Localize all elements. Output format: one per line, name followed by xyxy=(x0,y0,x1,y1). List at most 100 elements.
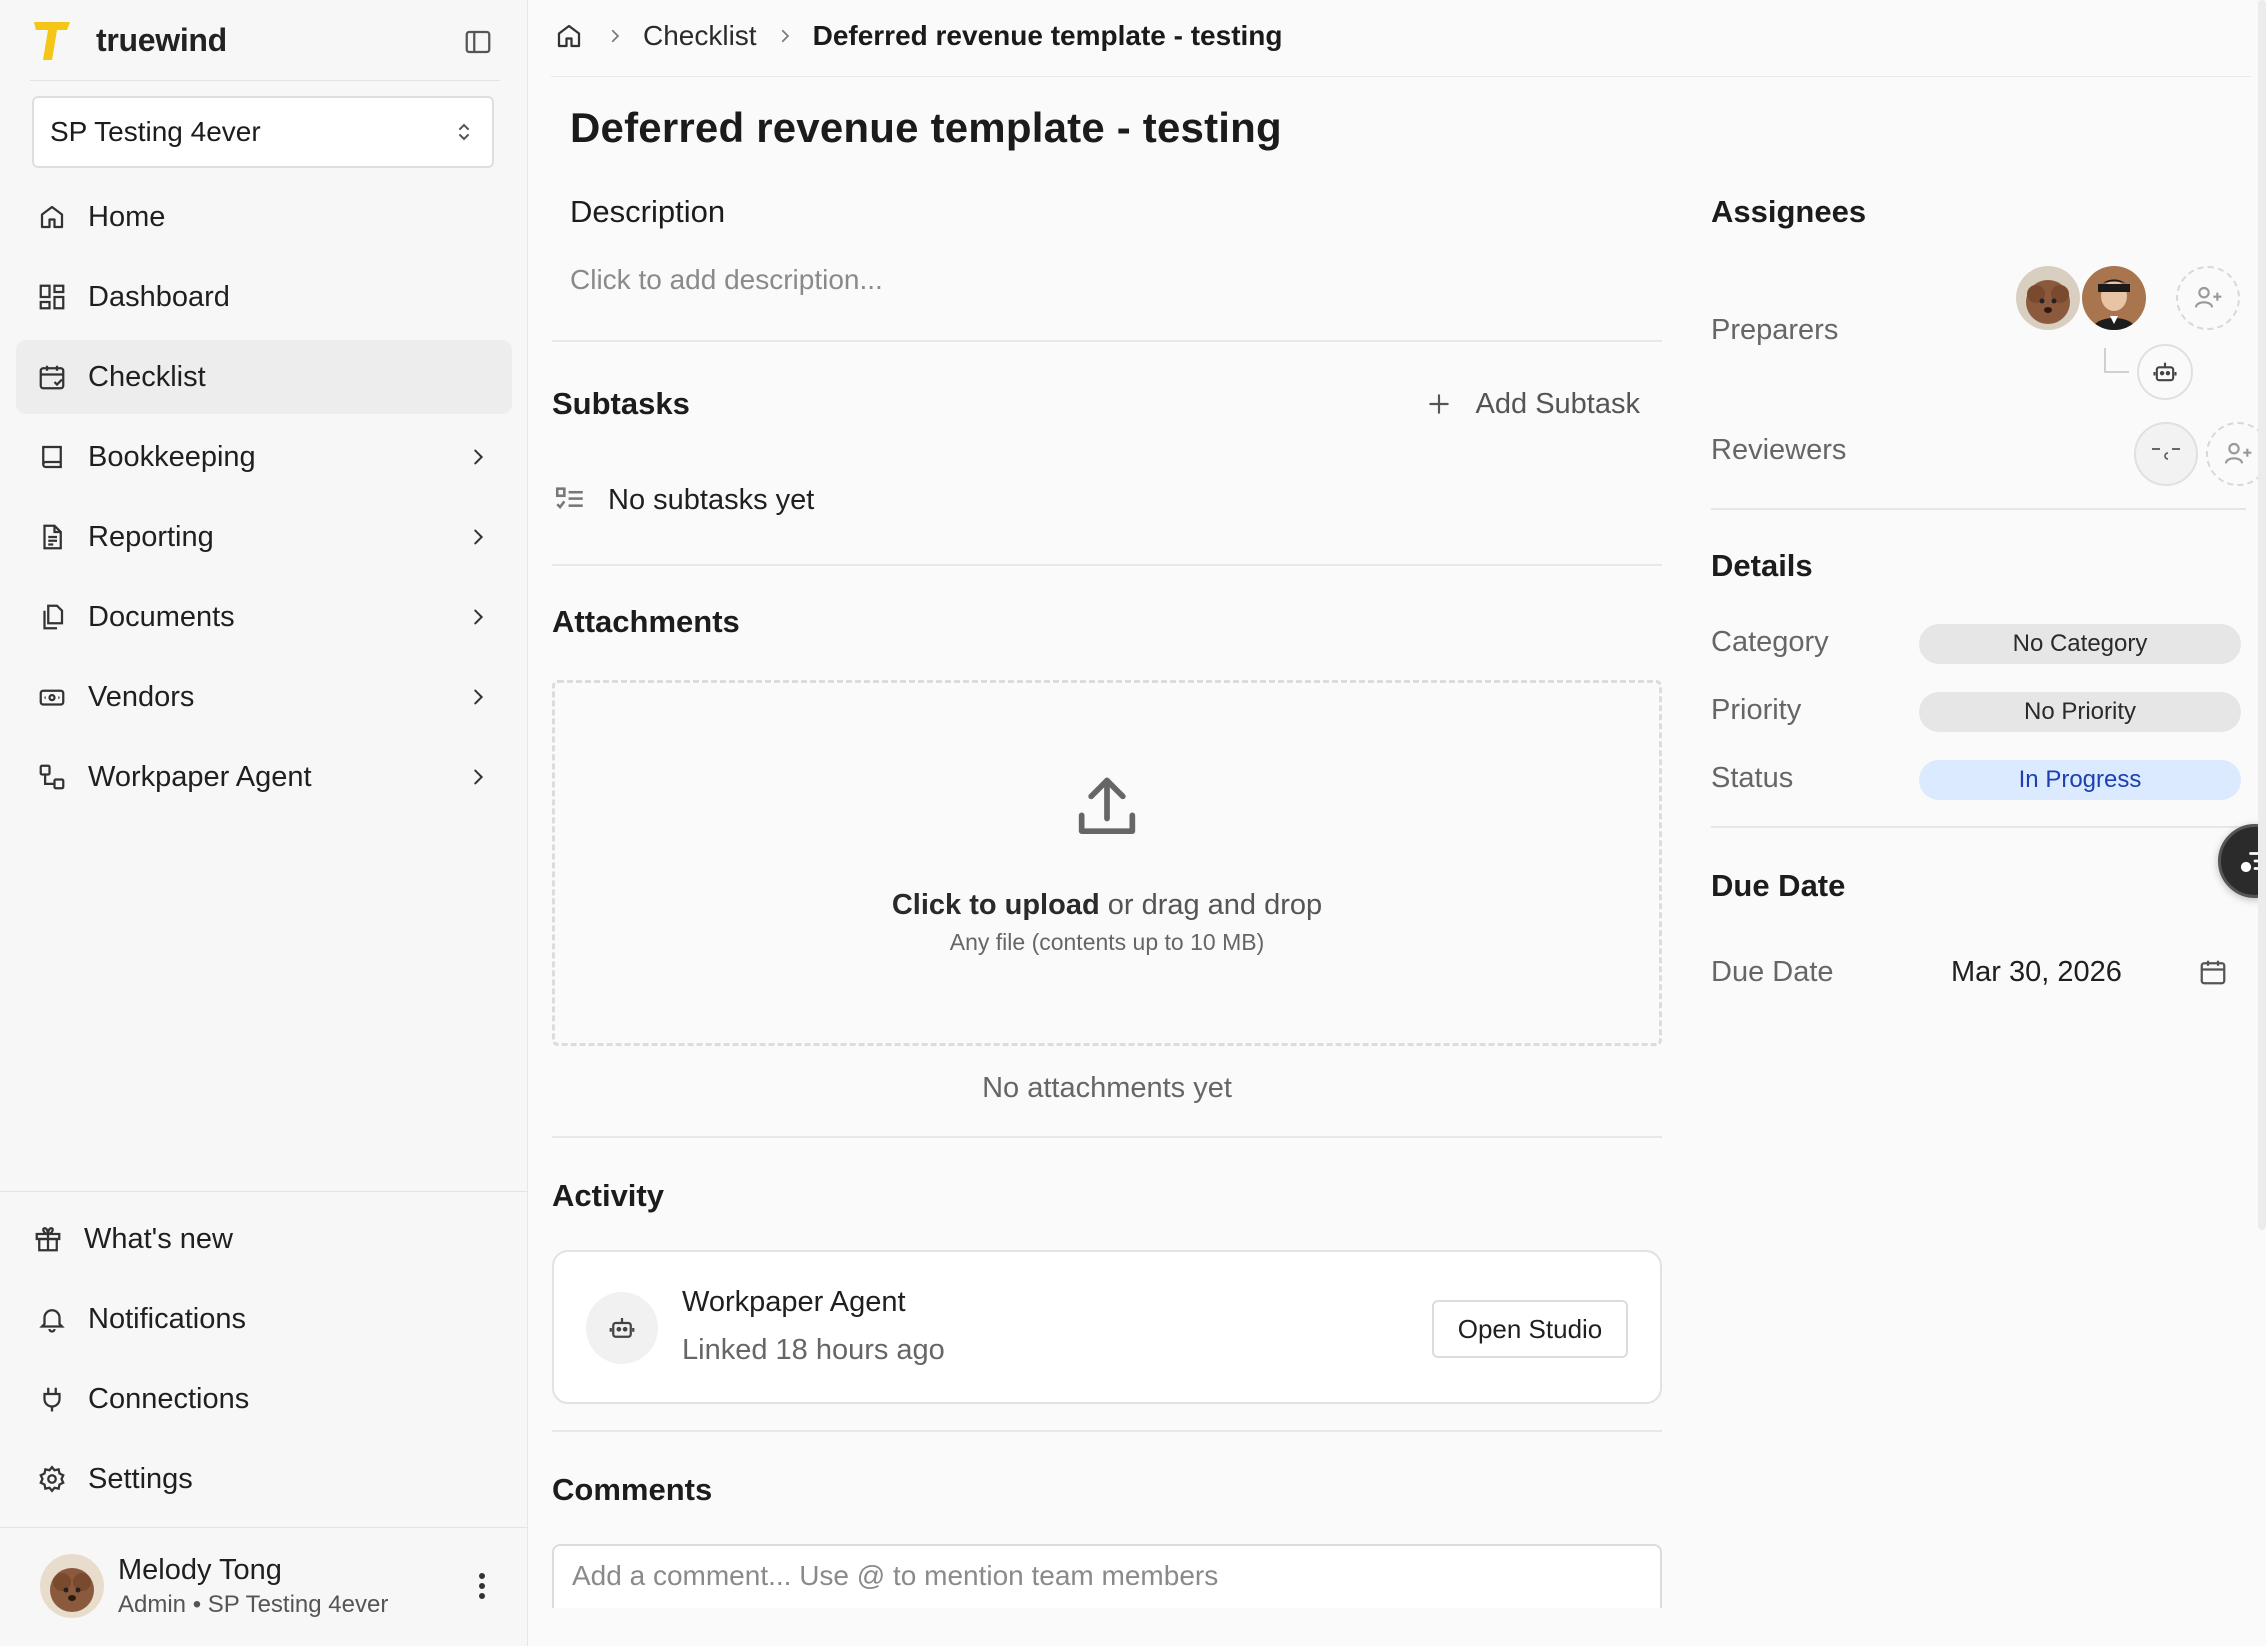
chevron-right-icon xyxy=(464,683,492,711)
chevron-right-icon xyxy=(595,21,635,51)
upload-link[interactable]: Click to upload xyxy=(892,889,1100,921)
reviewer-avatar[interactable] xyxy=(2134,422,2198,486)
due-date-heading: Due Date xyxy=(1711,868,1846,903)
divider xyxy=(30,80,500,81)
nav-item-whats-new[interactable]: What's new xyxy=(16,1202,512,1276)
category-select[interactable]: No Category xyxy=(1919,624,2241,664)
add-user-icon xyxy=(2194,286,2222,308)
truewind-logo-icon xyxy=(34,22,70,60)
subtasks-empty-state: No subtasks yet xyxy=(552,482,814,518)
organization-name: SP Testing 4ever xyxy=(50,116,261,147)
reviewers-label: Reviewers xyxy=(1711,434,1847,466)
sidebar-toggle-icon xyxy=(465,30,491,54)
chevron-right-icon xyxy=(464,523,492,551)
nav-label: Settings xyxy=(88,1462,193,1495)
chevron-right-icon xyxy=(765,21,805,51)
breadcrumb-home-link[interactable] xyxy=(551,18,587,54)
open-studio-button[interactable]: Open Studio xyxy=(1432,1300,1628,1358)
brand[interactable]: truewind xyxy=(32,18,227,62)
nav-label: Notifications xyxy=(88,1302,246,1335)
add-subtask-button[interactable]: Add Subtask xyxy=(1424,388,1640,421)
checklist-icon xyxy=(552,482,588,518)
file-upload-dropzone[interactable]: Click to upload or drag and drop Any fil… xyxy=(552,680,1662,1046)
user-profile[interactable]: Melody Tong Admin • SP Testing 4ever xyxy=(40,1550,500,1622)
avatar xyxy=(40,1554,104,1618)
nav-label: Workpaper Agent xyxy=(88,760,312,793)
report-icon xyxy=(36,521,68,553)
breadcrumb-checklist-link[interactable]: Checklist xyxy=(643,20,757,52)
divider xyxy=(1711,826,2246,828)
main-nav: Home Dashboard Checklist Bookkeeping Rep… xyxy=(16,180,512,820)
nav-item-bookkeeping[interactable]: Bookkeeping xyxy=(16,420,512,494)
nav-label: What's new xyxy=(84,1222,233,1255)
workflow-icon xyxy=(36,761,68,793)
robot-icon[interactable] xyxy=(2137,344,2193,400)
connector-line xyxy=(2104,348,2129,373)
assignees-heading: Assignees xyxy=(1711,194,1867,229)
robot-icon xyxy=(586,1292,658,1364)
user-menu-button[interactable] xyxy=(464,1556,500,1616)
scrollbar[interactable] xyxy=(2258,0,2266,1230)
subtasks-empty-text: No subtasks yet xyxy=(608,483,815,516)
nav-item-vendors[interactable]: Vendors xyxy=(16,660,512,734)
nav-item-dashboard[interactable]: Dashboard xyxy=(16,260,512,334)
divider xyxy=(0,1191,528,1192)
activity-heading: Activity xyxy=(552,1178,664,1213)
gear-icon xyxy=(36,1463,68,1495)
user-name: Melody Tong xyxy=(118,1553,282,1586)
due-date-value[interactable]: Mar 30, 2026 xyxy=(1951,956,2122,989)
add-reviewer-button[interactable] xyxy=(2206,422,2266,486)
category-label: Category xyxy=(1711,626,1829,658)
avatar[interactable] xyxy=(2016,266,2080,330)
home-icon xyxy=(557,24,581,48)
plus-icon xyxy=(1424,389,1454,419)
nav-item-notifications[interactable]: Notifications xyxy=(16,1282,512,1356)
main-content: Checklist Deferred revenue template - te… xyxy=(529,0,2266,1646)
nav-label: Home xyxy=(88,200,166,233)
priority-select[interactable]: No Priority xyxy=(1919,692,2241,732)
documents-icon xyxy=(36,601,68,633)
sidebar: truewind SP Testing 4ever Home Dashboard xyxy=(0,0,528,1646)
description-heading: Description xyxy=(570,194,726,229)
nav-item-documents[interactable]: Documents xyxy=(16,580,512,654)
more-vertical-icon xyxy=(479,1573,485,1599)
organization-select[interactable]: SP Testing 4ever xyxy=(32,96,494,168)
add-subtask-label: Add Subtask xyxy=(1475,387,1640,420)
nav-label: Connections xyxy=(88,1382,250,1415)
chevron-up-down-icon xyxy=(459,123,469,141)
status-select[interactable]: In Progress xyxy=(1919,760,2241,800)
book-icon xyxy=(36,441,68,473)
nav-label: Vendors xyxy=(88,680,195,713)
activity-timestamp: Linked 18 hours ago xyxy=(682,1334,945,1366)
divider xyxy=(1711,508,2246,510)
gift-icon xyxy=(32,1223,64,1255)
plug-icon xyxy=(36,1383,68,1415)
subtasks-header: Subtasks Add Subtask xyxy=(552,382,1662,426)
add-user-icon xyxy=(2224,442,2252,464)
preparers-label: Preparers xyxy=(1711,314,1839,346)
add-preparer-button[interactable] xyxy=(2176,266,2240,330)
nav-item-connections[interactable]: Connections xyxy=(16,1362,512,1436)
page-title[interactable]: Deferred revenue template - testing xyxy=(570,104,1282,152)
priority-label: Priority xyxy=(1711,694,1802,726)
calendar-button[interactable] xyxy=(2195,954,2231,990)
divider xyxy=(552,340,1662,342)
comment-input[interactable]: Add a comment... Use @ to mention team m… xyxy=(552,1544,1662,1608)
avatar[interactable] xyxy=(2082,266,2146,330)
nav-item-settings[interactable]: Settings xyxy=(16,1442,512,1516)
breadcrumb: Checklist Deferred revenue template - te… xyxy=(551,14,1283,58)
upload-text: or drag and drop xyxy=(1099,889,1323,921)
nav-item-reporting[interactable]: Reporting xyxy=(16,500,512,574)
face-icon xyxy=(2152,448,2180,460)
description-input[interactable]: Click to add description... xyxy=(570,264,883,296)
secondary-nav: What's new Notifications Connections Set… xyxy=(16,1202,512,1522)
sidebar-toggle-button[interactable] xyxy=(458,22,498,62)
nav-label: Documents xyxy=(88,600,235,633)
activity-item: Workpaper Agent Linked 18 hours ago Open… xyxy=(552,1250,1662,1404)
attachments-heading: Attachments xyxy=(552,604,740,639)
nav-item-home[interactable]: Home xyxy=(16,180,512,254)
nav-item-checklist[interactable]: Checklist xyxy=(16,340,512,414)
calendar-check-icon xyxy=(36,361,68,393)
breadcrumb-current: Deferred revenue template - testing xyxy=(812,20,1283,51)
nav-item-workpaper-agent[interactable]: Workpaper Agent xyxy=(16,740,512,814)
